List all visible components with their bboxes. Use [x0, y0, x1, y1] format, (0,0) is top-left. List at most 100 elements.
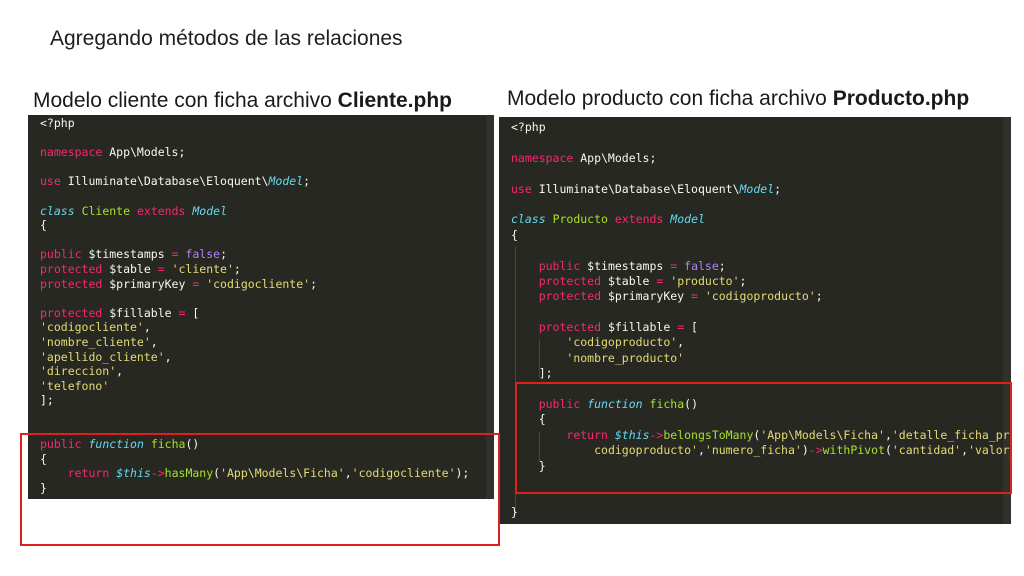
right-caption-filename: Producto.php: [832, 87, 970, 110]
code-line: <?php: [40, 116, 469, 131]
code-token: <?php: [511, 120, 546, 134]
code-token: $primaryKey: [601, 289, 692, 304]
code-token: ,: [677, 335, 685, 350]
code-line: class Producto extends Model: [511, 212, 1011, 227]
code-token: extends: [614, 212, 664, 227]
code-line: <?php: [511, 120, 1011, 135]
code-line: {: [40, 218, 469, 233]
code-token: =: [691, 289, 698, 304]
code-token: protected: [40, 276, 103, 291]
code-line: public $timestamps = false;: [40, 247, 469, 262]
code-token: 'cliente': [171, 261, 234, 276]
code-token: 'direccion': [40, 364, 117, 379]
code-token: <?php: [40, 116, 75, 130]
code-token: ;: [739, 273, 747, 288]
code-token: Model: [268, 174, 304, 189]
code-token: ;: [220, 247, 227, 262]
code-token: $timestamps: [580, 258, 671, 273]
code-token: {: [511, 227, 518, 242]
code-token: use: [40, 174, 61, 189]
code-token: 'producto': [670, 273, 740, 288]
code-token: App\Models;: [573, 150, 657, 165]
code-token: ;: [303, 174, 311, 189]
code-token: [: [185, 305, 200, 320]
code-token: public: [40, 247, 82, 262]
code-line: protected $primaryKey = 'codigoproducto'…: [511, 289, 1011, 304]
slide-title: Agregando métodos de las relaciones: [50, 27, 403, 50]
code-token: =: [157, 261, 165, 276]
code-line: protected $fillable = [: [40, 306, 469, 321]
code-token: class: [511, 212, 546, 227]
code-token: protected: [538, 289, 602, 304]
code-token: ;: [310, 276, 317, 291]
code-token: class: [40, 203, 75, 218]
code-token: false: [684, 258, 719, 273]
code-token: public: [538, 258, 581, 273]
code-token: namespace: [40, 145, 103, 160]
left-caption: Modelo cliente con ficha archivo Cliente…: [33, 89, 452, 113]
code-line: protected $table = 'producto';: [511, 274, 1011, 289]
code-line: }: [511, 505, 1011, 520]
code-token: protected: [538, 273, 602, 288]
code-line: ];: [40, 393, 469, 408]
code-token: $fillable: [102, 305, 179, 320]
code-line: namespace App\Models;: [511, 151, 1011, 166]
code-token: 'codigoproducto': [704, 289, 816, 304]
code-token: $fillable: [601, 320, 678, 335]
left-caption-text: Modelo cliente con ficha archivo: [33, 89, 338, 112]
code-line: protected $fillable = [: [511, 320, 1011, 335]
code-token: ;: [233, 261, 241, 276]
code-token: extends: [136, 203, 186, 218]
code-token: 'codigocliente': [40, 320, 144, 335]
code-line: 'nombre_cliente',: [40, 335, 469, 350]
code-token: ,: [143, 320, 151, 335]
code-line: use Illuminate\Database\Eloquent\Model;: [40, 174, 469, 189]
code-token: $timestamps: [81, 247, 172, 262]
code-token: Model: [670, 212, 705, 227]
code-line: 'apellido_cliente',: [40, 350, 469, 365]
code-token: ;: [815, 289, 823, 304]
code-token: Illuminate\Database\Eloquent\: [531, 181, 740, 196]
code-token: [: [684, 320, 698, 335]
code-line: 'codigoproducto',: [511, 335, 1011, 350]
code-token: ;: [718, 258, 726, 273]
code-line: 'direccion',: [40, 364, 469, 379]
code-token: ;: [774, 181, 782, 196]
code-token: 'nombre_producto': [566, 350, 685, 365]
code-line: use Illuminate\Database\Eloquent\Model;: [511, 182, 1011, 197]
code-line: class Cliente extends Model: [40, 204, 469, 219]
code-line: 'codigocliente',: [40, 320, 469, 335]
code-line: public $timestamps = false;: [511, 259, 1011, 274]
code-token: 'codigocliente': [206, 276, 311, 291]
code-token: 'apellido_cliente': [40, 349, 165, 364]
code-token: =: [171, 247, 179, 262]
code-token: ,: [150, 334, 158, 349]
code-line: namespace App\Models;: [40, 145, 469, 160]
code-token: $primaryKey: [102, 276, 193, 291]
code-token: Producto: [552, 212, 608, 227]
code-token: Cliente: [81, 203, 131, 218]
code-token: use: [511, 181, 532, 196]
code-token: Illuminate\Database\Eloquent\: [60, 174, 269, 189]
code-token: namespace: [511, 150, 574, 165]
code-token: Model: [192, 203, 227, 218]
code-token: ];: [511, 366, 553, 381]
